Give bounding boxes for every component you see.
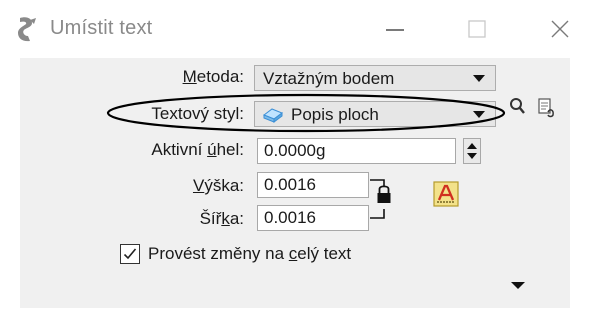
height-label: Výška: [192, 176, 244, 195]
lock-icon[interactable] [368, 172, 402, 226]
spin-down-icon[interactable] [467, 153, 477, 159]
minimize-icon[interactable] [374, 12, 414, 46]
checkmark-icon [123, 248, 137, 260]
title-bar[interactable]: Umístit text [0, 0, 592, 58]
place-text-window: Umístit text Metoda: Vztažným bodem Text… [0, 0, 592, 310]
angle-label: Aktivní úhel: [151, 140, 244, 159]
method-dropdown[interactable]: Vztažným bodem [254, 65, 496, 91]
close-icon[interactable] [540, 12, 580, 46]
highlight-ellipse [106, 93, 506, 133]
height-input[interactable] [257, 172, 369, 198]
font-icon[interactable] [433, 181, 459, 207]
maximize-icon[interactable] [456, 12, 496, 46]
width-label: Šířka: [199, 209, 244, 228]
apply-all-label[interactable]: Provést změny na celý text [148, 244, 351, 264]
angle-stepper[interactable] [463, 138, 481, 164]
expand-arrow-icon[interactable] [510, 280, 526, 292]
spin-up-icon[interactable] [467, 143, 477, 149]
apply-all-checkbox[interactable] [120, 244, 140, 264]
search-icon[interactable] [508, 96, 528, 118]
height-field[interactable] [258, 173, 368, 197]
method-label: Metoda: [182, 67, 244, 86]
angle-input[interactable] [257, 138, 456, 164]
method-value: Vztažným bodem [263, 69, 395, 88]
width-field[interactable] [258, 206, 368, 230]
angle-field[interactable] [258, 139, 455, 163]
window-title: Umístit text [50, 17, 153, 39]
text-style-edit-icon[interactable] [536, 96, 558, 118]
chevron-down-icon [473, 75, 485, 82]
width-input[interactable] [257, 205, 369, 231]
microstation-tool-icon [18, 17, 36, 42]
